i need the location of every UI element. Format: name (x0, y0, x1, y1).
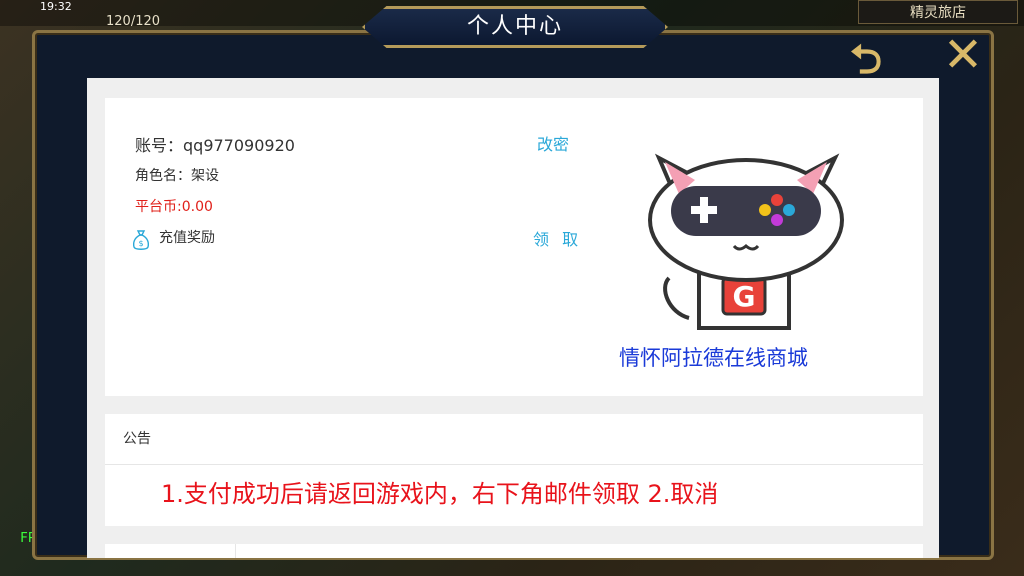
dialog-title: 个人中心 (466, 14, 563, 39)
role-name-label: 角色名：架设 (135, 168, 219, 184)
mall-caption: 情怀阿拉德在线商城 (619, 346, 808, 370)
back-arrow-icon[interactable]: ⮌ (836, 40, 896, 80)
hp-counter: 120/120 (106, 14, 161, 29)
recharge-reward-label: 充值奖励 (159, 230, 215, 246)
cat-mascot-icon: G (648, 153, 844, 330)
account-card: 账号：qq977090920 改密 角色名：架设 平台币:0.00 $ 充值奖励… (105, 98, 923, 396)
svg-text:G: G (733, 280, 756, 313)
money-bag-icon: $ (132, 230, 150, 250)
notice-divider (105, 464, 923, 465)
bottom-card (105, 544, 923, 558)
status-time: 19:32 (40, 0, 72, 13)
svg-text:$: $ (138, 239, 143, 248)
platform-coins-label: 平台币:0.00 (135, 199, 213, 215)
notice-marquee-text: 1.支付成功后请返回游戏内，右下角邮件领取 2.取消 (161, 480, 719, 508)
shop-button[interactable]: 精灵旅店 (858, 0, 1018, 24)
claim-reward-button[interactable]: 领 取 (533, 226, 582, 250)
bottom-divider (235, 544, 236, 558)
change-password-link[interactable]: 改密 (537, 131, 569, 155)
content-panel: 账号：qq977090920 改密 角色名：架设 平台币:0.00 $ 充值奖励… (87, 78, 939, 558)
mascot-image: G (619, 128, 897, 372)
close-icon[interactable]: ✕ (940, 31, 986, 79)
account-label: 账号：qq977090920 (135, 136, 295, 155)
notice-card: 公告 1.支付成功后请返回游戏内，右下角邮件领取 2.取消 (105, 414, 923, 526)
notice-title: 公告 (123, 431, 151, 447)
